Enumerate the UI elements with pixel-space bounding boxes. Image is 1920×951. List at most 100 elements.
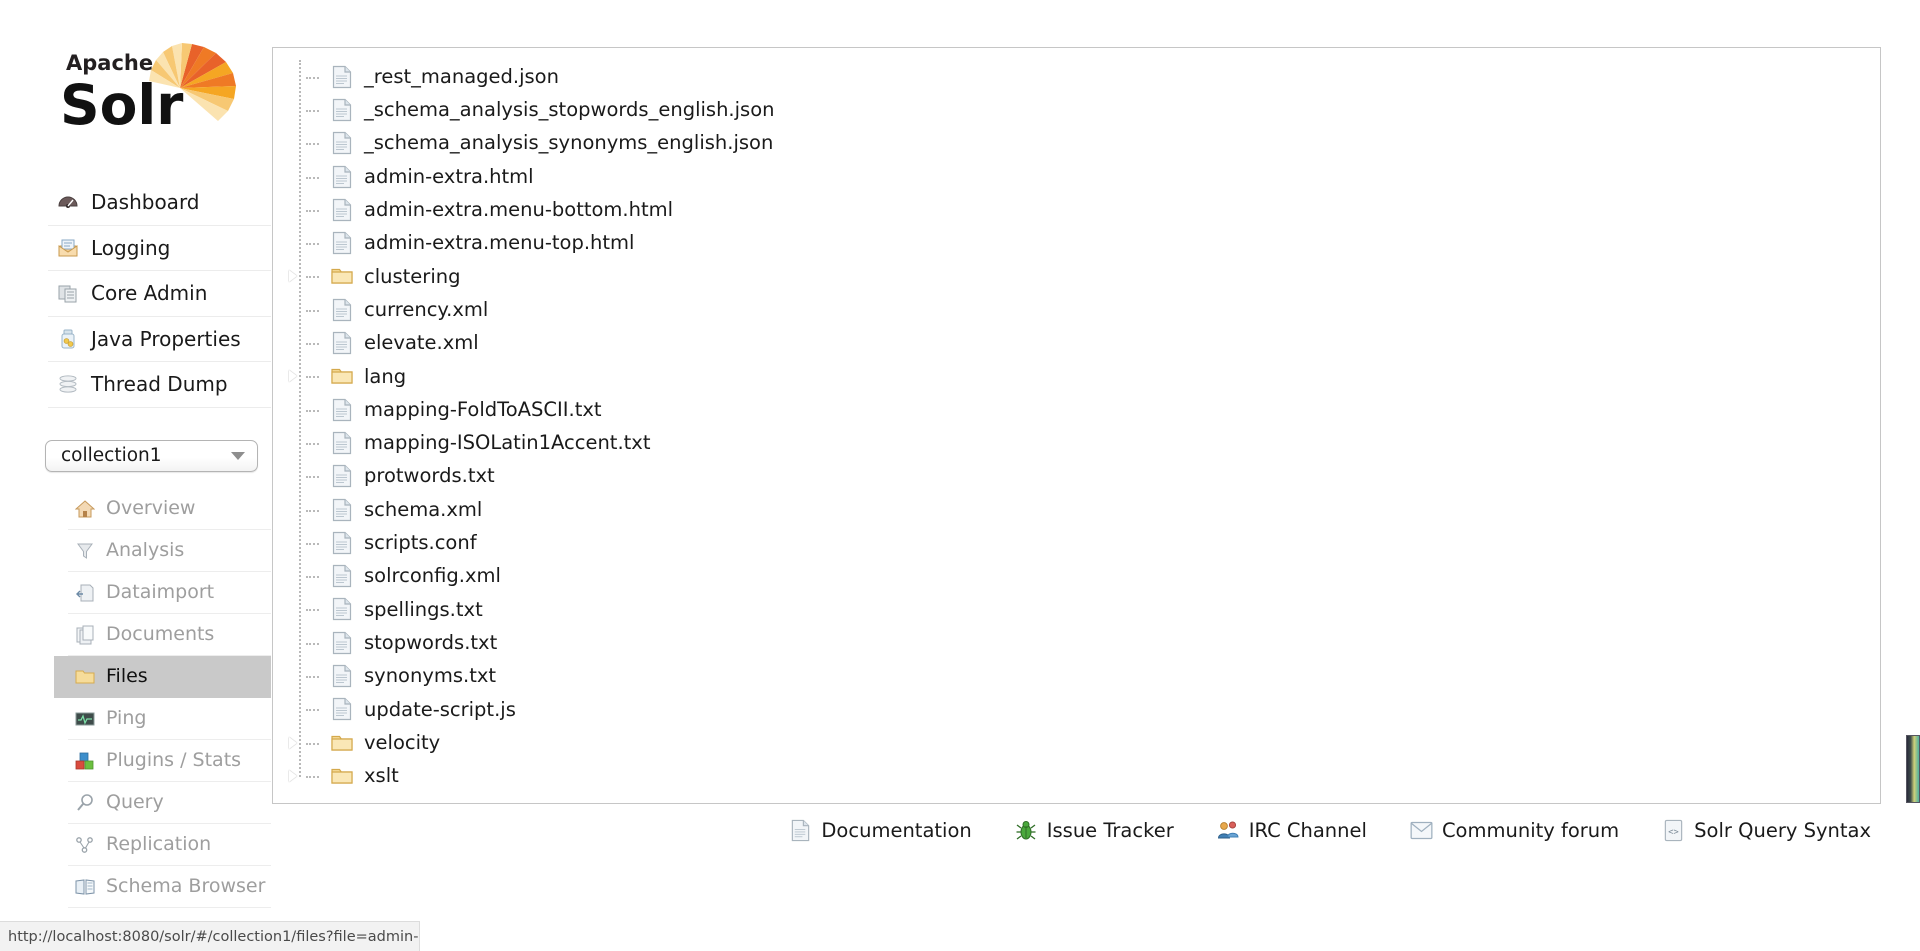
tree-item-label: lang [364, 364, 407, 388]
sidebar-item-thread-dump[interactable]: Thread Dump [48, 362, 271, 408]
tree-file-row[interactable]: synonyms.txt [299, 659, 1799, 692]
footer-link-label: Community forum [1441, 818, 1620, 842]
folder-icon [331, 263, 353, 289]
sidebar-item-dataimport[interactable]: Dataimport [68, 572, 271, 614]
tree-connector-line [306, 109, 319, 112]
sidebar-item-logging[interactable]: Logging [48, 226, 271, 271]
file-icon [331, 164, 353, 190]
sidebar-item-core-admin[interactable]: Core Admin [48, 271, 271, 317]
tree-connector-line [306, 609, 319, 612]
sidebar-item-documents[interactable]: Documents [68, 614, 271, 656]
tree-file-row[interactable]: _rest_managed.json [299, 60, 1799, 93]
tree-item-label: currency.xml [364, 297, 489, 321]
footer-links: Documentation Issue Tracker IRC Channel … [272, 810, 1881, 850]
tree-file-row[interactable]: mapping-ISOLatin1Accent.txt [299, 426, 1799, 459]
tree-file-row[interactable]: update-script.js [299, 693, 1799, 726]
tree-item-label: _schema_analysis_stopwords_english.json [364, 98, 775, 122]
sidebar-item-label: Core Admin [91, 281, 208, 306]
plugins-icon [74, 750, 96, 772]
tree-item-label: protwords.txt [364, 464, 495, 488]
tree-folder-row[interactable]: lang [289, 360, 1799, 393]
folder-icon [74, 666, 96, 688]
java-properties-icon [56, 327, 80, 351]
file-icon [331, 563, 353, 589]
tree-file-row[interactable]: currency.xml [299, 293, 1799, 326]
document-icon [789, 819, 812, 842]
tree-item-label: admin-extra.menu-top.html [364, 231, 635, 255]
tree-item-label: synonyms.txt [364, 664, 497, 688]
tree-folder-row[interactable]: xslt [289, 759, 1799, 792]
tree-item-label: _schema_analysis_synonyms_english.json [364, 131, 774, 155]
footer-link-community-forum[interactable]: Community forum [1410, 819, 1619, 842]
tree-file-row[interactable]: admin-extra.html [299, 160, 1799, 193]
code-icon: <> [1662, 819, 1685, 842]
sidebar-item-label: Files [106, 665, 148, 687]
tree-file-row[interactable]: scripts.conf [299, 526, 1799, 559]
sidebar-item-ping[interactable]: Ping [68, 698, 271, 740]
tree-connector-line [306, 343, 319, 346]
file-icon [331, 596, 353, 622]
sidebar-item-label: Logging [91, 235, 171, 260]
sidebar-item-label: Java Properties [91, 326, 241, 351]
tree-item-label: mapping-FoldToASCII.txt [364, 397, 602, 421]
tree-connector-line [306, 542, 319, 545]
sidebar-item-replication[interactable]: Replication [68, 824, 271, 866]
sidebar-item-schema-browser[interactable]: Schema Browser [68, 866, 271, 908]
file-icon [331, 397, 353, 423]
tree-connector-line [306, 376, 319, 379]
folder-icon [331, 763, 353, 789]
tree-connector-line [306, 76, 319, 79]
tree-file-row[interactable]: spellings.txt [299, 593, 1799, 626]
scroll-edge-marker[interactable] [1906, 735, 1920, 803]
tree-file-row[interactable]: mapping-FoldToASCII.txt [299, 393, 1799, 426]
chevron-right-icon[interactable] [289, 270, 297, 283]
chevron-right-icon[interactable] [289, 736, 297, 749]
footer-link-issue-tracker[interactable]: Issue Tracker [1015, 819, 1174, 842]
tree-folder-row[interactable]: velocity [289, 726, 1799, 759]
tree-connector-line [306, 442, 319, 445]
tree-file-row[interactable]: stopwords.txt [299, 626, 1799, 659]
sidebar-item-label: Dashboard [91, 190, 200, 215]
sidebar-item-dashboard[interactable]: Dashboard [48, 180, 271, 226]
sidebar-item-overview[interactable]: Overview [68, 488, 271, 530]
footer-link-solr-query-syntax[interactable]: <> Solr Query Syntax [1662, 819, 1871, 842]
collection-select[interactable]: collection1 [45, 440, 258, 472]
sidebar-item-analysis[interactable]: Analysis [68, 530, 271, 572]
tree-item-label: stopwords.txt [364, 630, 498, 654]
file-icon [331, 663, 353, 689]
svg-text:Solr: Solr [60, 73, 183, 134]
status-bar-url: http://localhost:8080/solr/#/collection1… [8, 928, 420, 945]
sidebar-item-label: Documents [106, 623, 215, 645]
main-navigation: Dashboard Logging Core Admin Java Proper… [48, 180, 271, 408]
file-icon [331, 463, 353, 489]
solr-logo[interactable]: Apache Solr [52, 42, 242, 134]
sidebar-item-label: Overview [106, 497, 196, 519]
tree-item-label: solrconfig.xml [364, 564, 501, 588]
file-icon [331, 430, 353, 456]
chevron-right-icon[interactable] [289, 370, 297, 383]
sidebar: Apache Solr Dashboard Logging Core Admin… [0, 0, 275, 951]
tree-file-row[interactable]: admin-extra.menu-top.html [299, 226, 1799, 259]
tree-item-label: scripts.conf [364, 531, 477, 555]
tree-file-row[interactable]: schema.xml [299, 493, 1799, 526]
sidebar-item-plugins-stats[interactable]: Plugins / Stats [68, 740, 271, 782]
tree-item-label: mapping-ISOLatin1Accent.txt [364, 431, 651, 455]
tree-file-row[interactable]: _schema_analysis_synonyms_english.json [299, 127, 1799, 160]
tree-folder-row[interactable]: clustering [289, 260, 1799, 293]
sidebar-item-label: Thread Dump [91, 372, 228, 397]
tree-file-row[interactable]: admin-extra.menu-bottom.html [299, 193, 1799, 226]
sidebar-item-query[interactable]: Query [68, 782, 271, 824]
tree-connector-line [306, 476, 319, 479]
footer-link-documentation[interactable]: Documentation [789, 819, 972, 842]
sidebar-item-files[interactable]: Files [54, 656, 271, 698]
tree-file-row[interactable]: solrconfig.xml [299, 559, 1799, 592]
chevron-right-icon[interactable] [289, 769, 297, 782]
collection-select-value: collection1 [61, 444, 162, 466]
tree-file-row[interactable]: elevate.xml [299, 326, 1799, 359]
tree-file-row[interactable]: _schema_analysis_stopwords_english.json [299, 93, 1799, 126]
sidebar-item-java-properties[interactable]: Java Properties [48, 317, 271, 362]
tree-connector-line [306, 709, 319, 712]
footer-link-irc-channel[interactable]: IRC Channel [1217, 819, 1367, 842]
ping-icon [74, 708, 96, 730]
tree-file-row[interactable]: protwords.txt [299, 460, 1799, 493]
